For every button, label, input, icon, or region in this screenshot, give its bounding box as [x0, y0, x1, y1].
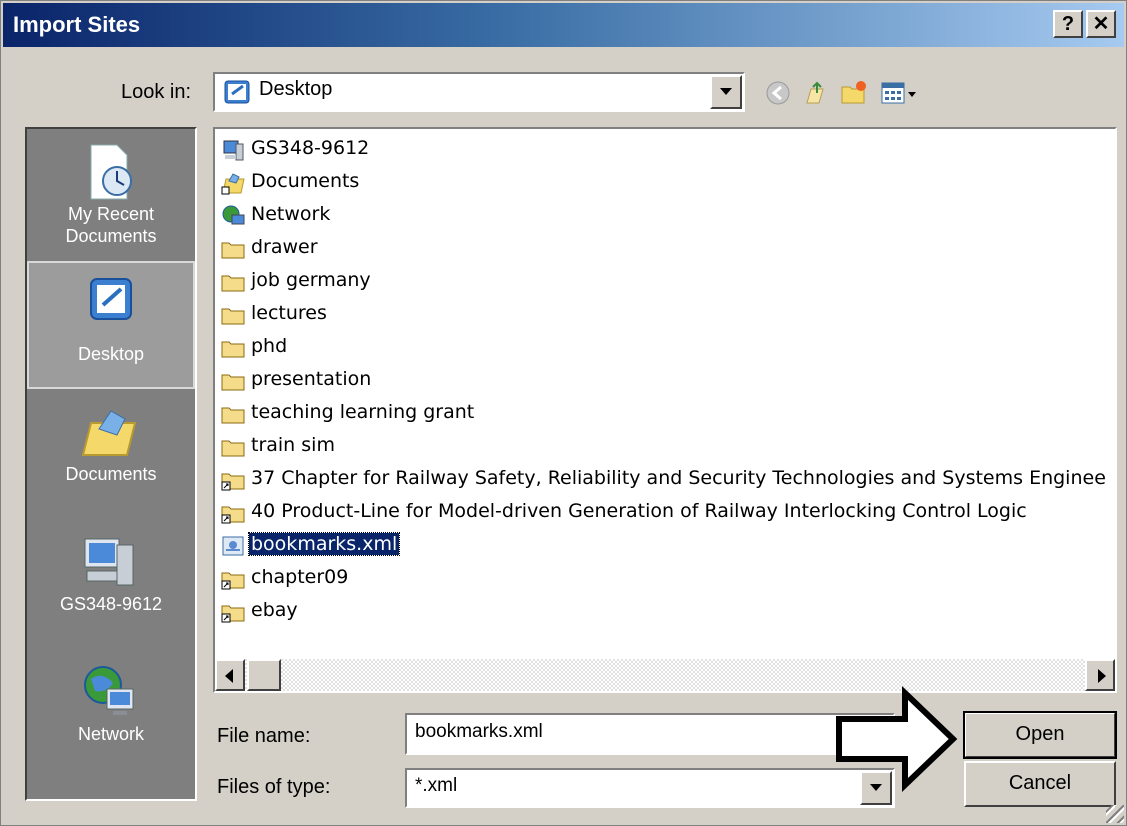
- file-name: job germany: [251, 269, 371, 291]
- folder-icon: [221, 308, 245, 325]
- look-in-value: Desktop: [259, 78, 333, 100]
- file-name: ebay: [251, 599, 298, 621]
- place-label: GS348-9612: [59, 594, 163, 614]
- folder-shortcut-icon: [221, 605, 245, 623]
- folder-shortcut-icon: [221, 506, 245, 524]
- network-icon: [84, 666, 134, 715]
- up-folder-icon[interactable]: [801, 79, 831, 107]
- back-icon[interactable]: [763, 79, 793, 107]
- place-label: Documents: [65, 464, 157, 484]
- scroll-left-button[interactable]: [215, 659, 245, 691]
- folder-icon: [221, 374, 245, 391]
- file-name: drawer: [251, 236, 318, 258]
- file-name: lectures: [251, 302, 327, 324]
- file-name: 37 Chapter for Railway Safety, Reliabili…: [251, 467, 1106, 489]
- documents-icon: [221, 173, 245, 195]
- desktop-icon: [90, 278, 132, 320]
- scroll-thumb[interactable]: [247, 659, 281, 691]
- files-of-type-combo[interactable]: *.xml: [405, 768, 895, 808]
- folder-icon: [221, 341, 245, 358]
- desktop-icon: [224, 80, 250, 104]
- place-label: My Recent Documents: [65, 204, 157, 246]
- horizontal-scrollbar[interactable]: [215, 659, 1115, 691]
- documents-icon: [81, 410, 137, 456]
- file-name-label: File name:: [217, 725, 311, 747]
- place-label: Desktop: [77, 344, 145, 364]
- file-name: teaching learning grant: [251, 401, 475, 423]
- file-name: Network: [251, 203, 331, 225]
- file-name: bookmarks.xml: [247, 532, 401, 556]
- place-my-recent-documents[interactable]: My Recent Documents: [27, 131, 195, 259]
- title-bar[interactable]: Import Sites ? ✕: [3, 3, 1124, 47]
- folder-icon: [221, 242, 245, 259]
- files-of-type-label: Files of type:: [217, 776, 331, 798]
- folder-icon: [221, 440, 245, 457]
- place-label: Network: [77, 724, 144, 744]
- close-button[interactable]: ✕: [1086, 10, 1116, 38]
- file-name: chapter09: [251, 566, 349, 588]
- xml-file-icon: [222, 536, 244, 556]
- file-name: Documents: [251, 170, 360, 192]
- look-in-combo[interactable]: Desktop: [213, 72, 745, 112]
- folder-shortcut-icon: [221, 572, 245, 590]
- folder-icon: [221, 407, 245, 424]
- place-documents[interactable]: Documents: [27, 391, 195, 519]
- help-button[interactable]: ?: [1053, 10, 1083, 38]
- open-button[interactable]: Open: [963, 711, 1117, 759]
- views-menu-icon[interactable]: [879, 79, 923, 107]
- computer-icon: [223, 140, 244, 161]
- cancel-button[interactable]: Cancel: [964, 761, 1116, 807]
- place-computer[interactable]: GS348-9612: [27, 521, 195, 649]
- files-of-type-value: *.xml: [415, 775, 458, 796]
- new-folder-icon[interactable]: [839, 79, 869, 107]
- file-list[interactable]: GS348-9612 Documents Network drawer job …: [213, 127, 1117, 693]
- resize-grip[interactable]: [1106, 805, 1124, 823]
- folder-shortcut-icon: [221, 473, 245, 491]
- place-desktop[interactable]: Desktop: [27, 261, 195, 389]
- scroll-right-button[interactable]: [1085, 659, 1115, 691]
- file-name-value: bookmarks.xml: [415, 721, 543, 742]
- look-in-dropdown-button[interactable]: [710, 75, 742, 109]
- window-title: Import Sites: [13, 12, 141, 37]
- annotation-arrow-icon: [836, 685, 958, 793]
- network-icon: [222, 205, 245, 225]
- file-name: presentation: [251, 368, 372, 390]
- place-network[interactable]: Network: [27, 651, 195, 779]
- file-name: 40 Product-Line for Model-driven Generat…: [251, 500, 1027, 522]
- recent-documents-icon: [90, 144, 132, 200]
- file-name-field[interactable]: bookmarks.xml: [405, 713, 895, 755]
- look-in-label: Look in:: [121, 81, 192, 103]
- computer-icon: [84, 538, 134, 586]
- file-name: GS348-9612: [251, 137, 370, 159]
- file-name: phd: [251, 335, 288, 357]
- import-sites-dialog: Import Sites ? ✕ Look in: Desktop My Rec…: [0, 0, 1127, 826]
- folder-icon: [221, 275, 245, 292]
- file-name: train sim: [251, 434, 335, 456]
- places-bar: My Recent Documents Desktop Documents GS…: [25, 127, 197, 801]
